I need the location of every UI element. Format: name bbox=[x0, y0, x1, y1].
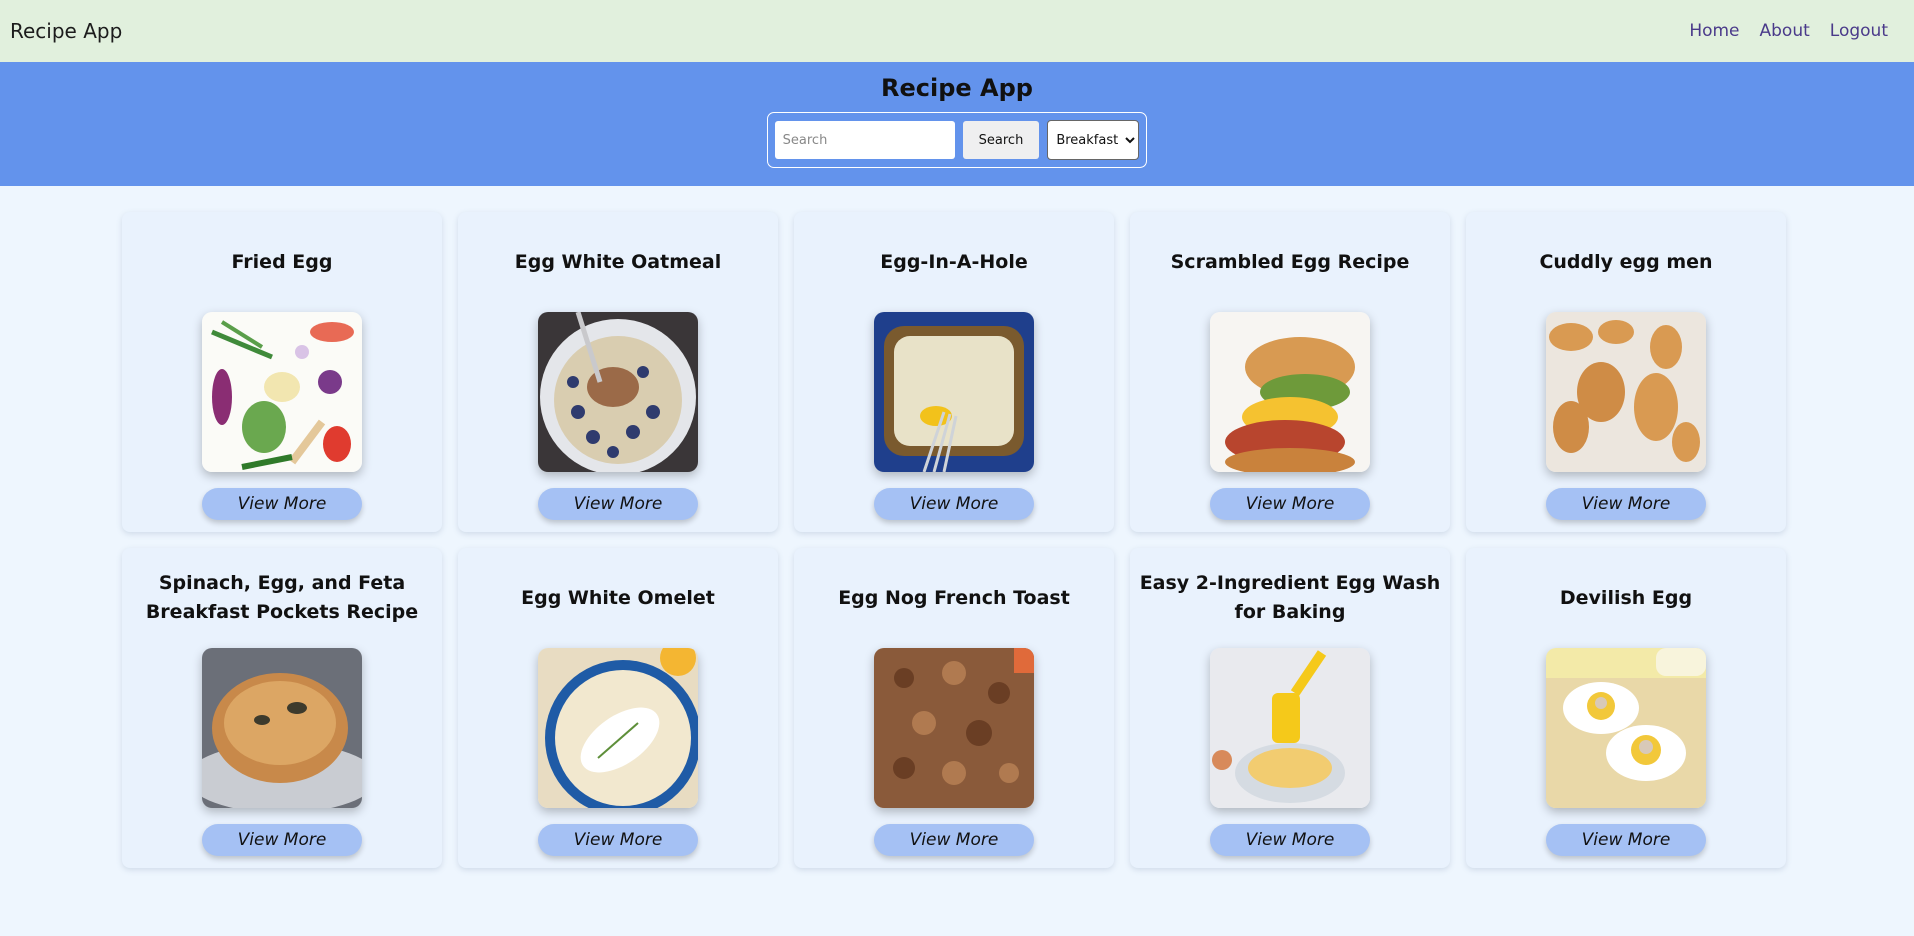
recipe-image bbox=[202, 312, 362, 472]
category-select[interactable]: Breakfast bbox=[1047, 120, 1140, 160]
view-more-button[interactable]: View More bbox=[202, 824, 362, 856]
recipe-title: Egg Nog French Toast bbox=[838, 586, 1070, 609]
nav-link-logout[interactable]: Logout bbox=[1830, 21, 1888, 41]
recipe-image bbox=[1546, 312, 1706, 472]
nav-link-about[interactable]: About bbox=[1760, 21, 1810, 41]
recipe-card: Cuddly egg men View More bbox=[1466, 212, 1786, 532]
recipe-card: Fried Egg View More bbox=[122, 212, 442, 532]
recipe-title: Spinach, Egg, and Feta Breakfast Pockets… bbox=[145, 572, 419, 623]
view-more-button[interactable]: View More bbox=[1210, 488, 1370, 520]
recipe-title: Egg-In-A-Hole bbox=[880, 250, 1028, 273]
recipe-title: Scrambled Egg Recipe bbox=[1170, 250, 1410, 273]
brand-title[interactable]: Recipe App bbox=[10, 19, 122, 43]
recipe-title: Egg White Oatmeal bbox=[514, 250, 722, 273]
nav-links: Home About Logout bbox=[1689, 21, 1904, 41]
recipe-title: Fried Egg bbox=[231, 250, 333, 273]
view-more-button[interactable]: View More bbox=[1210, 824, 1370, 856]
recipe-image bbox=[1546, 648, 1706, 808]
view-more-button[interactable]: View More bbox=[1546, 488, 1706, 520]
recipe-image bbox=[1210, 312, 1370, 472]
recipe-image bbox=[538, 648, 698, 808]
recipe-card: Egg White Omelet View More bbox=[458, 548, 778, 868]
top-navbar: Recipe App Home About Logout bbox=[0, 0, 1914, 62]
recipe-grid: Fried Egg View More Egg White Oatmeal Vi… bbox=[0, 186, 1914, 868]
page-title: Recipe App bbox=[881, 74, 1033, 102]
search-button[interactable]: Search bbox=[962, 121, 1040, 159]
view-more-button[interactable]: View More bbox=[202, 488, 362, 520]
recipe-image bbox=[874, 312, 1034, 472]
recipe-image bbox=[538, 312, 698, 472]
recipe-card: Spinach, Egg, and Feta Breakfast Pockets… bbox=[122, 548, 442, 868]
hero-banner: Recipe App Search Breakfast bbox=[0, 62, 1914, 186]
recipe-image bbox=[874, 648, 1034, 808]
view-more-button[interactable]: View More bbox=[1546, 824, 1706, 856]
recipe-image bbox=[1210, 648, 1370, 808]
recipe-title: Cuddly egg men bbox=[1539, 250, 1713, 273]
view-more-button[interactable]: View More bbox=[538, 824, 698, 856]
recipe-image bbox=[202, 648, 362, 808]
nav-link-home[interactable]: Home bbox=[1689, 21, 1739, 41]
recipe-title: Devilish Egg bbox=[1559, 586, 1693, 609]
view-more-button[interactable]: View More bbox=[874, 824, 1034, 856]
recipe-card: Easy 2-Ingredient Egg Wash for Baking Vi… bbox=[1130, 548, 1450, 868]
search-input[interactable] bbox=[774, 121, 955, 159]
search-form: Search Breakfast bbox=[766, 112, 1148, 168]
recipe-title: Egg White Omelet bbox=[521, 586, 715, 609]
recipe-title: Easy 2-Ingredient Egg Wash for Baking bbox=[1139, 572, 1441, 623]
view-more-button[interactable]: View More bbox=[538, 488, 698, 520]
recipe-card: Egg White Oatmeal View More bbox=[458, 212, 778, 532]
recipe-card: Devilish Egg View More bbox=[1466, 548, 1786, 868]
recipe-card: Egg Nog French Toast View More bbox=[794, 548, 1114, 868]
recipe-card: Egg-In-A-Hole View More bbox=[794, 212, 1114, 532]
recipe-card: Scrambled Egg Recipe View More bbox=[1130, 212, 1450, 532]
view-more-button[interactable]: View More bbox=[874, 488, 1034, 520]
